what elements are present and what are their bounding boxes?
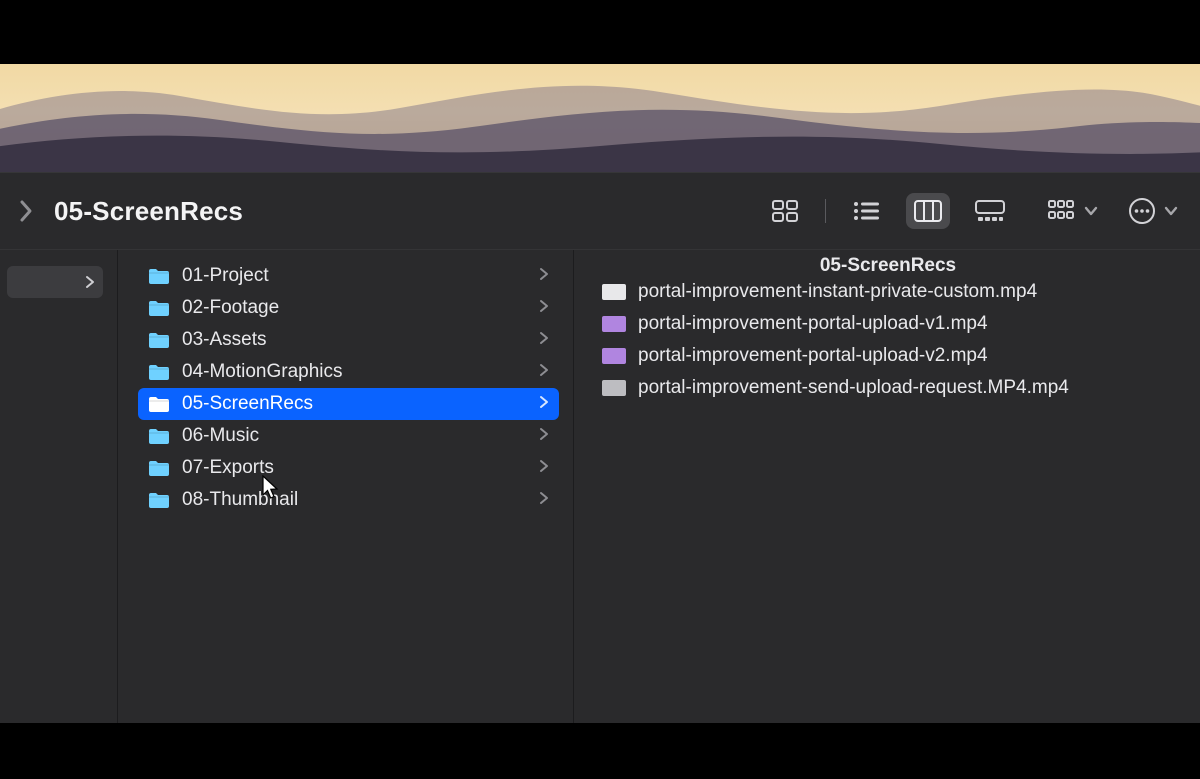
folder-name: 07-Exports [182, 457, 527, 479]
file-name: portal-improvement-send-upload-request.M… [638, 377, 1170, 399]
folder-name: 01-Project [182, 265, 527, 287]
back-button[interactable] [6, 191, 46, 231]
view-list-button[interactable] [844, 193, 888, 229]
folders-column: 01-Project 02-Footage 03-Assets 04-Motio… [118, 250, 574, 723]
view-gallery-button[interactable] [968, 193, 1012, 229]
chevron-right-icon [539, 265, 549, 287]
files-column: portal-improvement-instant-private-custo… [574, 250, 1200, 723]
chevron-down-icon [1084, 206, 1098, 216]
file-name: portal-improvement-instant-private-custo… [638, 281, 1170, 303]
video-thumbnail-icon [602, 380, 626, 396]
folder-row[interactable]: 08-Thumbnail [138, 484, 559, 516]
ellipsis-circle-icon [1128, 197, 1156, 225]
divider [825, 199, 826, 223]
file-name: portal-improvement-portal-upload-v1.mp4 [638, 313, 1170, 335]
view-switcher [763, 193, 1012, 229]
chevron-right-icon [539, 297, 549, 319]
folder-row[interactable]: 03-Assets [138, 324, 559, 356]
folder-row[interactable]: 02-Footage [138, 292, 559, 324]
view-columns-button[interactable] [906, 193, 950, 229]
desktop-wallpaper [0, 64, 1200, 172]
toolbar: 05-ScreenRecs [0, 173, 1200, 249]
folder-row[interactable]: 04-MotionGraphics [138, 356, 559, 388]
chevron-right-icon [539, 425, 549, 447]
folder-icon [148, 267, 170, 285]
folder-row[interactable]: 06-Music [138, 420, 559, 452]
folder-row[interactable]: 01-Project [138, 260, 559, 292]
column-view: 01-Project 02-Footage 03-Assets 04-Motio… [0, 249, 1200, 723]
gallery-icon [975, 200, 1005, 222]
file-row[interactable]: portal-improvement-portal-upload-v2.mp4 [592, 340, 1180, 372]
video-thumbnail-icon [602, 348, 626, 364]
folder-icon [148, 491, 170, 509]
file-row[interactable]: portal-improvement-portal-upload-v1.mp4 [592, 308, 1180, 340]
chevron-right-icon [539, 361, 549, 383]
folder-icon [148, 395, 170, 413]
grid-icon [772, 200, 798, 222]
finder-window: 05-ScreenRecs [0, 172, 1200, 723]
group-by-button[interactable] [1048, 200, 1098, 222]
folder-row[interactable]: 07-Exports [138, 452, 559, 484]
folder-icon [148, 363, 170, 381]
folder-name: 05-ScreenRecs [182, 393, 527, 415]
folder-name: 03-Assets [182, 329, 527, 351]
file-row[interactable]: portal-improvement-instant-private-custo… [592, 276, 1180, 308]
view-icons-button[interactable] [763, 193, 807, 229]
chevron-right-icon [539, 393, 549, 415]
video-thumbnail-icon [602, 284, 626, 300]
folder-row[interactable]: 05-ScreenRecs [138, 388, 559, 420]
video-thumbnail-icon [602, 316, 626, 332]
folder-icon [148, 427, 170, 445]
group-icon [1048, 200, 1076, 222]
chevron-right-icon [539, 489, 549, 511]
folder-name: 04-MotionGraphics [182, 361, 527, 383]
screen: 05-ScreenRecs [0, 0, 1200, 779]
parent-folder-row[interactable] [7, 266, 103, 298]
chevron-down-icon [1164, 206, 1178, 216]
folder-name: 08-Thumbnail [182, 489, 527, 511]
chevron-right-icon [539, 457, 549, 479]
columns-icon [914, 200, 942, 222]
folder-icon [148, 299, 170, 317]
folder-icon [148, 459, 170, 477]
folder-name: 02-Footage [182, 297, 527, 319]
folder-icon [148, 331, 170, 349]
window-title: 05-ScreenRecs [54, 196, 243, 227]
chevron-right-icon [18, 199, 34, 223]
action-menu-button[interactable] [1128, 197, 1178, 225]
chevron-right-icon [85, 275, 95, 289]
chevron-right-icon [539, 329, 549, 351]
folder-name: 06-Music [182, 425, 527, 447]
parent-column [0, 250, 118, 723]
list-icon [853, 201, 879, 221]
file-row[interactable]: portal-improvement-send-upload-request.M… [592, 372, 1180, 404]
file-name: portal-improvement-portal-upload-v2.mp4 [638, 345, 1170, 367]
